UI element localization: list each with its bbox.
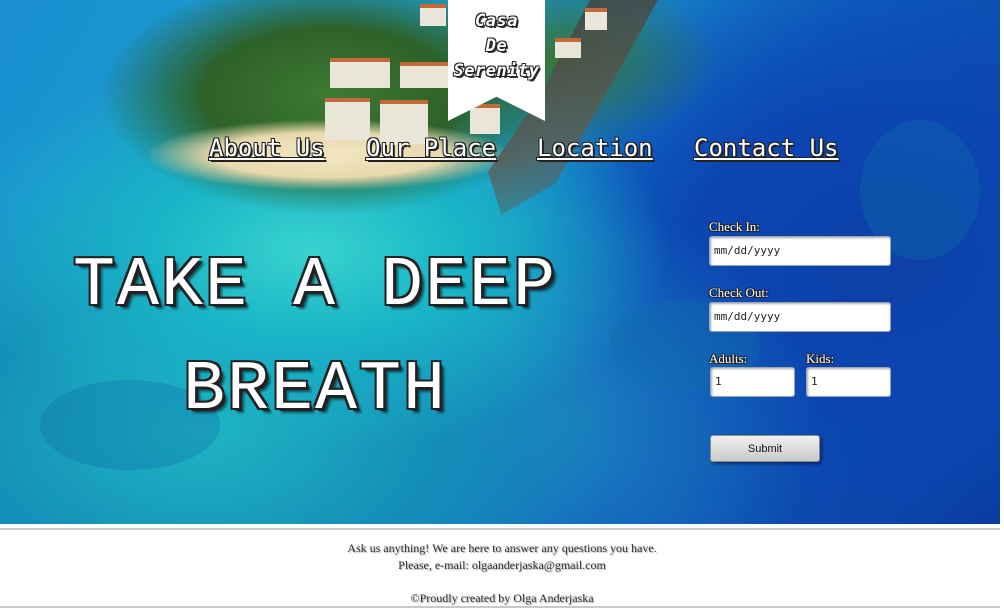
- check-in-label: Check In:: [709, 219, 760, 234]
- building: [585, 8, 607, 30]
- adults-label: Adults:: [709, 351, 748, 366]
- check-in-date-input[interactable]: mm/dd/yyyy: [709, 236, 891, 266]
- headline-line: TAKE A DEEP: [72, 247, 558, 326]
- submit-button[interactable]: Submit: [710, 435, 820, 462]
- footer-credit: ©Proudly created by Olga Anderjaska: [410, 591, 594, 605]
- nav-link-contact-us[interactable]: Contact Us: [694, 134, 839, 162]
- building: [420, 4, 446, 26]
- kids-label: Kids:: [806, 351, 835, 366]
- nav-link-about-us[interactable]: About Us: [209, 134, 325, 162]
- footer-email-text[interactable]: Please, e-mail: olgaanderjaska@gmail.com: [0, 557, 1004, 574]
- adults-number-input[interactable]: 1: [710, 367, 795, 397]
- building: [470, 104, 500, 134]
- footer-divider: [0, 528, 1000, 530]
- building: [330, 58, 390, 88]
- building: [400, 62, 450, 88]
- footer-bottom-border: [0, 606, 1000, 608]
- logo-line: Casa: [475, 11, 518, 31]
- kids-number-input[interactable]: 1: [806, 367, 891, 397]
- site-footer: Ask us anything! We are here to answer a…: [0, 540, 1004, 607]
- nav-link-location[interactable]: Location: [537, 134, 653, 162]
- main-nav: About Us Our Place Location Contact Us: [209, 134, 849, 170]
- nav-link-our-place[interactable]: Our Place: [366, 134, 496, 162]
- check-out-date-input[interactable]: mm/dd/yyyy: [709, 302, 891, 332]
- headline-line: BREATH: [182, 351, 448, 430]
- check-out-label: Check Out:: [709, 285, 769, 300]
- building: [555, 38, 581, 58]
- hero-headline: TAKE A DEEP BREATH: [40, 235, 590, 443]
- logo-line: De: [485, 36, 508, 56]
- logo-line: Serenity: [453, 61, 540, 81]
- footer-invite-text: Ask us anything! We are here to answer a…: [347, 541, 657, 555]
